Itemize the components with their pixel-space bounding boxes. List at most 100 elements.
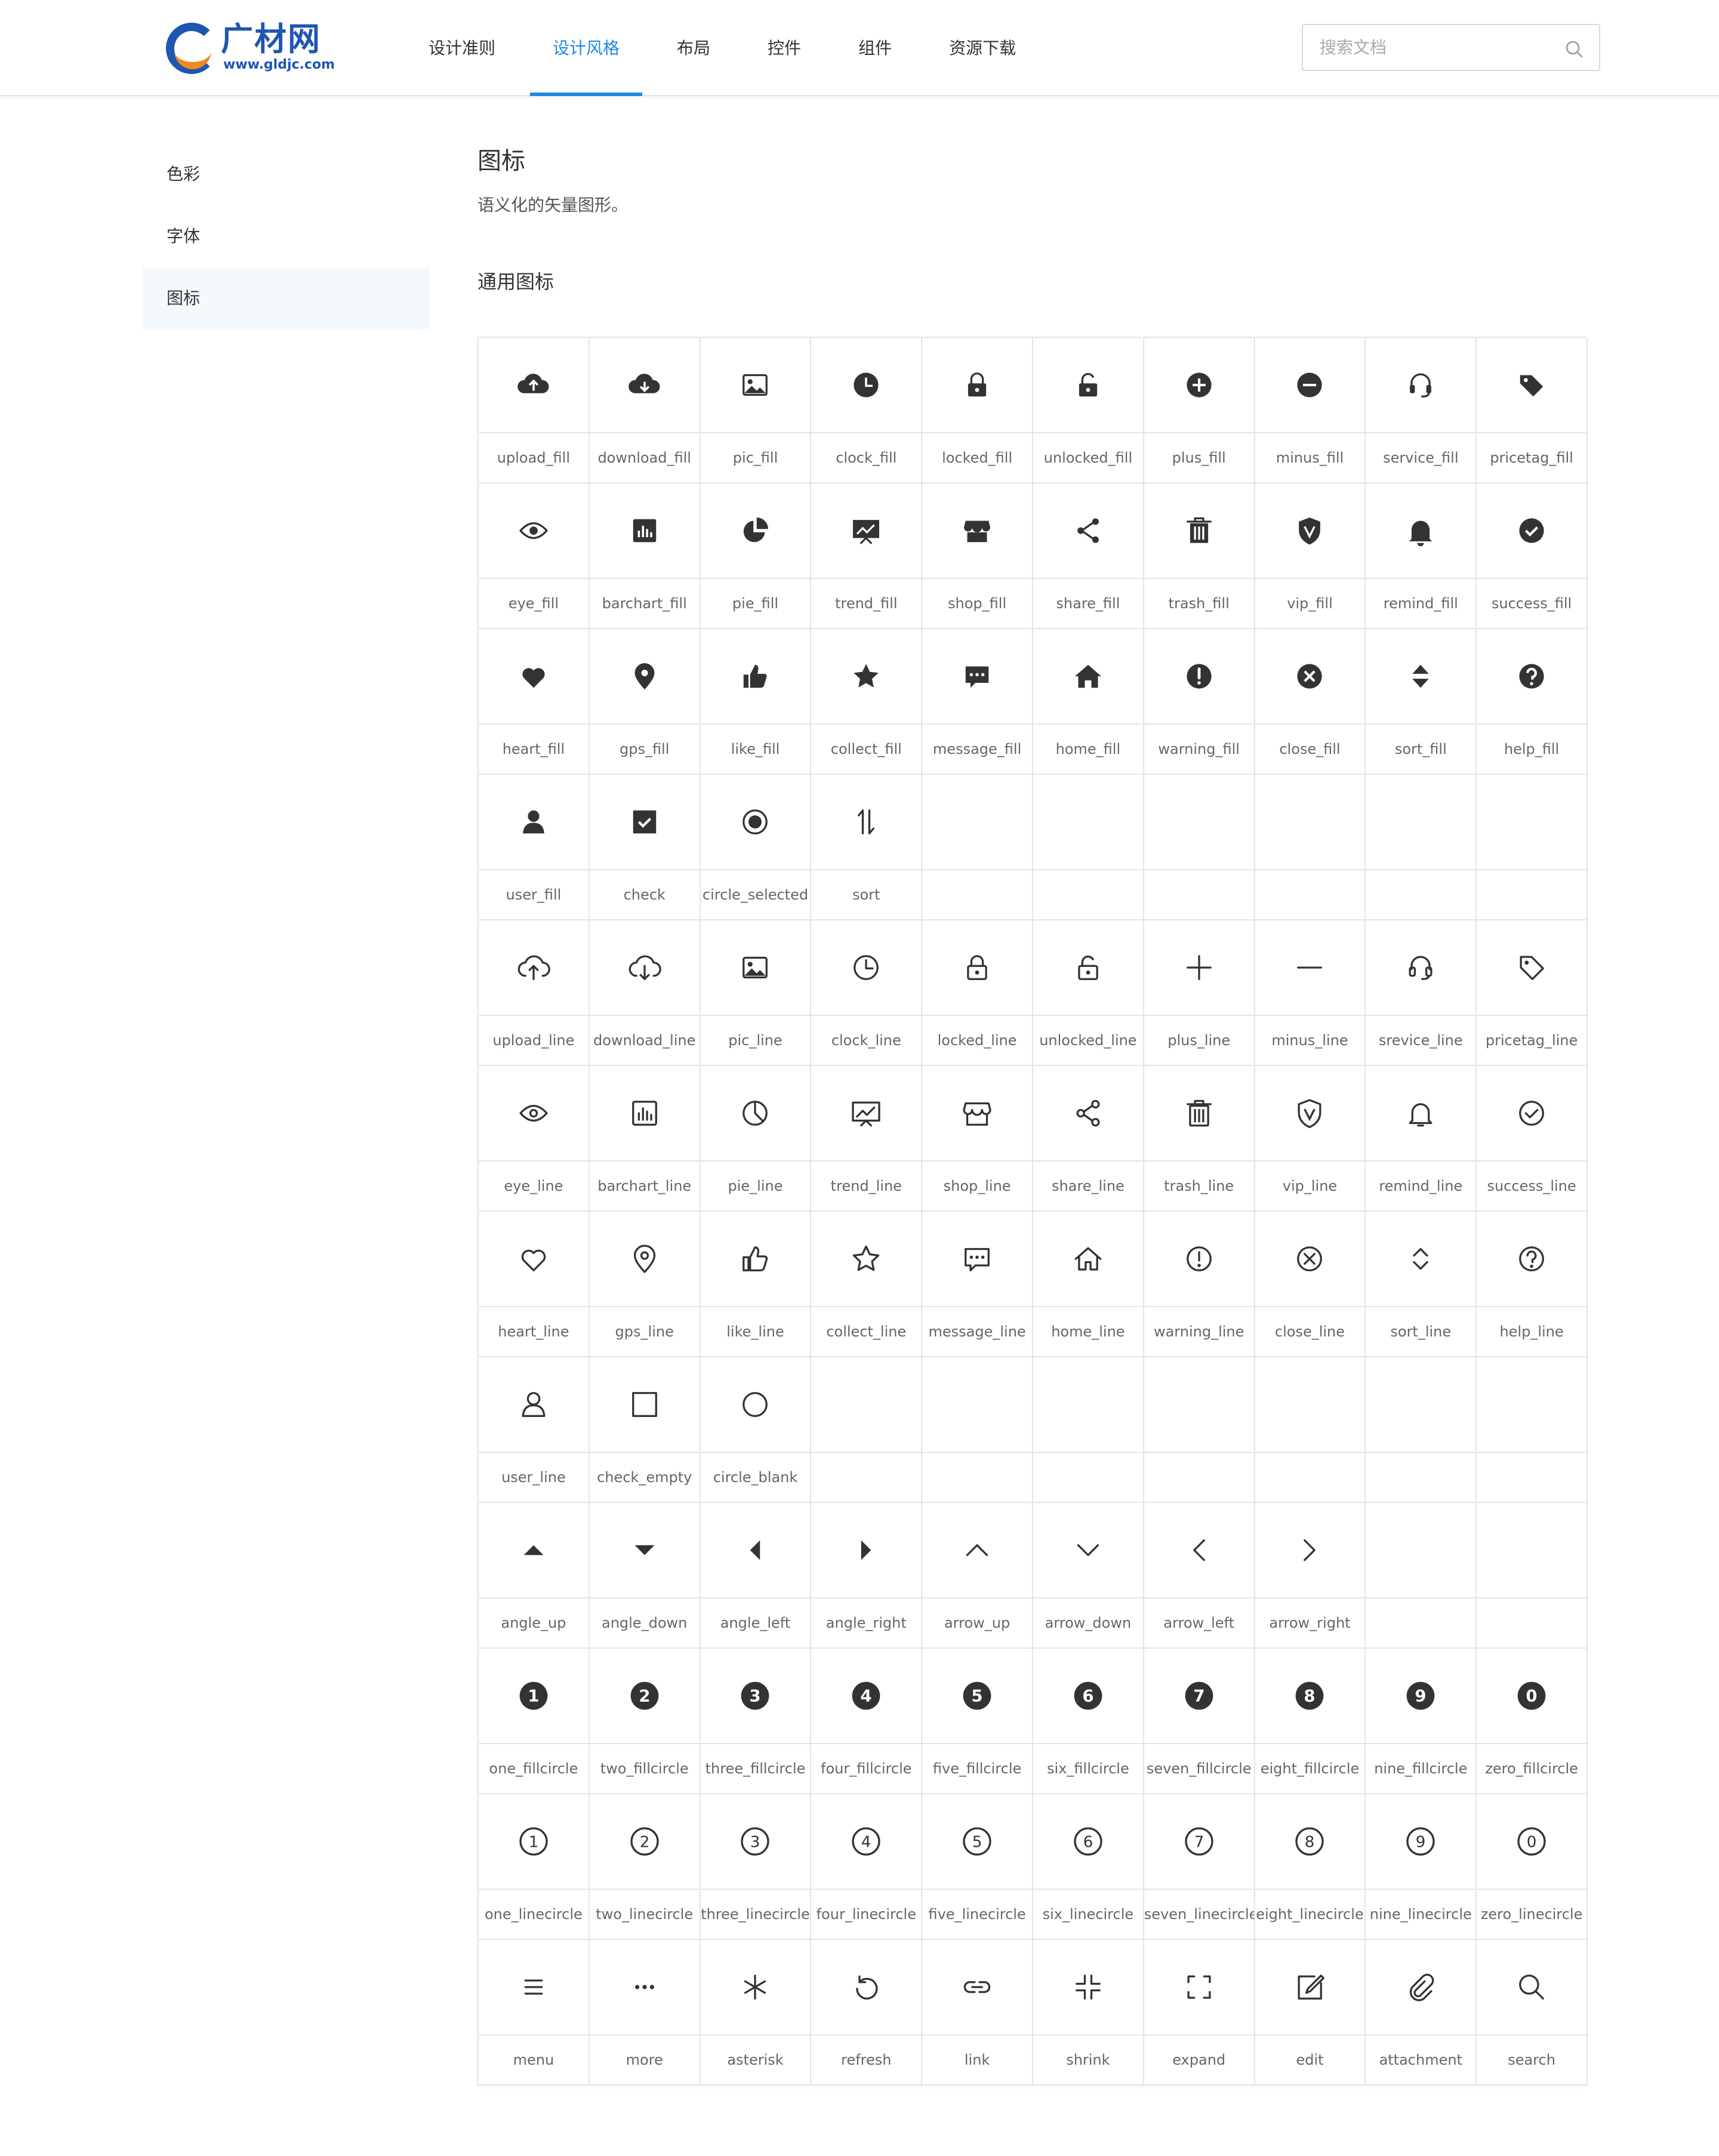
icon-cell-link[interactable]: link [922, 1940, 1033, 2086]
icon-cell-expand[interactable]: expand [1144, 1940, 1255, 2086]
icon-cell-arrow_right[interactable]: arrow_right [1255, 1503, 1366, 1649]
icon-cell-one_fillcircle[interactable]: 1 one_fillcircle [479, 1649, 590, 1794]
icon-cell-like_line[interactable]: like_line [700, 1212, 812, 1357]
icon-cell-close_line[interactable]: close_line [1255, 1212, 1366, 1357]
icon-cell-srevice_line[interactable]: srevice_line [1366, 920, 1477, 1066]
icon-cell-arrow_left[interactable]: arrow_left [1144, 1503, 1255, 1649]
icon-cell-eye_fill[interactable]: eye_fill [479, 483, 590, 629]
icon-cell-pic_line[interactable]: pic_line [700, 920, 812, 1066]
icon-cell-help_fill[interactable]: help_fill [1477, 629, 1588, 775]
icon-cell-share_fill[interactable]: share_fill [1033, 483, 1144, 629]
sidebar-item-1[interactable]: 字体 [143, 205, 430, 267]
icon-cell-pricetag_fill[interactable]: pricetag_fill [1477, 338, 1588, 483]
icon-cell-upload_fill[interactable]: upload_fill [479, 338, 590, 483]
icon-cell-nine_fillcircle[interactable]: 9 nine_fillcircle [1366, 1649, 1477, 1794]
icon-cell-eight_linecircle[interactable]: 8 eight_linecircle [1255, 1794, 1366, 1940]
icon-cell-trend_line[interactable]: trend_line [811, 1066, 923, 1212]
icon-cell-pie_line[interactable]: pie_line [700, 1066, 812, 1212]
nav-item-0[interactable]: 设计准则 [406, 0, 518, 96]
icon-cell-message_fill[interactable]: message_fill [922, 629, 1033, 775]
icon-cell-more[interactable]: more [589, 1940, 701, 2086]
icon-cell-asterisk[interactable]: asterisk [700, 1940, 812, 2086]
icon-cell-eye_line[interactable]: eye_line [479, 1066, 590, 1212]
icon-cell-five_fillcircle[interactable]: 5 five_fillcircle [922, 1649, 1033, 1794]
icon-cell-pie_fill[interactable]: pie_fill [700, 483, 812, 629]
icon-cell-edit[interactable]: edit [1255, 1940, 1366, 2086]
icon-cell-collect_line[interactable]: collect_line [811, 1212, 923, 1357]
icon-cell-remind_line[interactable]: remind_line [1366, 1066, 1477, 1212]
icon-cell-three_linecircle[interactable]: 3 three_linecircle [700, 1794, 812, 1940]
icon-cell-close_fill[interactable]: close_fill [1255, 629, 1366, 775]
icon-cell-six_fillcircle[interactable]: 6 six_fillcircle [1033, 1649, 1144, 1794]
icon-cell-five_linecircle[interactable]: 5 five_linecircle [922, 1794, 1033, 1940]
icon-cell-gps_line[interactable]: gps_line [589, 1212, 701, 1357]
icon-cell-search[interactable]: search [1477, 1940, 1588, 2086]
icon-cell-attachment[interactable]: attachment [1366, 1940, 1477, 2086]
icon-cell-minus_line[interactable]: minus_line [1255, 920, 1366, 1066]
icon-cell-menu[interactable]: menu [479, 1940, 590, 2086]
nav-item-3[interactable]: 控件 [745, 0, 824, 96]
nav-item-5[interactable]: 资源下载 [926, 0, 1039, 96]
icon-cell-sort_line[interactable]: sort_line [1366, 1212, 1477, 1357]
icon-cell-like_fill[interactable]: like_fill [700, 629, 812, 775]
icon-cell-unlocked_fill[interactable]: unlocked_fill [1033, 338, 1144, 483]
icon-cell-two_fillcircle[interactable]: 2 two_fillcircle [589, 1649, 701, 1794]
icon-cell-shop_line[interactable]: shop_line [922, 1066, 1033, 1212]
icon-cell-locked_fill[interactable]: locked_fill [922, 338, 1033, 483]
icon-cell-home_fill[interactable]: home_fill [1033, 629, 1144, 775]
icon-cell-eight_fillcircle[interactable]: 8 eight_fillcircle [1255, 1649, 1366, 1794]
icon-cell-trash_line[interactable]: trash_line [1144, 1066, 1255, 1212]
icon-cell-share_line[interactable]: share_line [1033, 1066, 1144, 1212]
icon-cell-trash_fill[interactable]: trash_fill [1144, 483, 1255, 629]
icon-cell-check_empty[interactable]: check_empty [589, 1357, 701, 1503]
icon-cell-home_line[interactable]: home_line [1033, 1212, 1144, 1357]
icon-cell-user_fill[interactable]: user_fill [479, 775, 590, 920]
icon-cell-sort[interactable]: sort [811, 775, 923, 920]
icon-cell-download_line[interactable]: download_line [589, 920, 701, 1066]
icon-cell-angle_down[interactable]: angle_down [589, 1503, 701, 1649]
sidebar-item-0[interactable]: 色彩 [143, 143, 430, 205]
icon-cell-zero_linecircle[interactable]: 0 zero_linecircle [1477, 1794, 1588, 1940]
icon-cell-seven_fillcircle[interactable]: 7 seven_fillcircle [1144, 1649, 1255, 1794]
icon-cell-sort_fill[interactable]: sort_fill [1366, 629, 1477, 775]
icon-cell-collect_fill[interactable]: collect_fill [811, 629, 923, 775]
icon-cell-user_line[interactable]: user_line [479, 1357, 590, 1503]
icon-cell-vip_line[interactable]: vip_line [1255, 1066, 1366, 1212]
icon-cell-clock_line[interactable]: clock_line [811, 920, 923, 1066]
icon-cell-warning_fill[interactable]: warning_fill [1144, 629, 1255, 775]
search-icon[interactable] [1564, 39, 1584, 58]
site-logo[interactable]: 广材网 www.gldjc.com [166, 21, 335, 74]
icon-cell-upload_line[interactable]: upload_line [479, 920, 590, 1066]
icon-cell-one_linecircle[interactable]: 1 one_linecircle [479, 1794, 590, 1940]
icon-cell-barchart_fill[interactable]: barchart_fill [589, 483, 701, 629]
icon-cell-heart_fill[interactable]: heart_fill [479, 629, 590, 775]
icon-cell-circle_blank[interactable]: circle_blank [700, 1357, 812, 1503]
icon-cell-check[interactable]: check [589, 775, 701, 920]
icon-cell-arrow_up[interactable]: arrow_up [922, 1503, 1033, 1649]
icon-cell-pic_fill[interactable]: pic_fill [700, 338, 812, 483]
icon-cell-remind_fill[interactable]: remind_fill [1366, 483, 1477, 629]
nav-item-4[interactable]: 组件 [836, 0, 914, 96]
nav-item-2[interactable]: 布局 [654, 0, 733, 96]
icon-cell-four_linecircle[interactable]: 4 four_linecircle [811, 1794, 923, 1940]
icon-cell-three_fillcircle[interactable]: 3 three_fillcircle [700, 1649, 812, 1794]
icon-cell-zero_fillcircle[interactable]: 0 zero_fillcircle [1477, 1649, 1588, 1794]
icon-cell-shrink[interactable]: shrink [1033, 1940, 1144, 2086]
search-input[interactable] [1320, 25, 1558, 70]
icon-cell-shop_fill[interactable]: shop_fill [922, 483, 1033, 629]
icon-cell-warning_line[interactable]: warning_line [1144, 1212, 1255, 1357]
icon-cell-seven_linecircle[interactable]: 7 seven_linecircle [1144, 1794, 1255, 1940]
icon-cell-six_linecircle[interactable]: 6 six_linecircle [1033, 1794, 1144, 1940]
icon-cell-clock_fill[interactable]: clock_fill [811, 338, 923, 483]
nav-item-1[interactable]: 设计风格 [530, 0, 643, 96]
icon-cell-pricetag_line[interactable]: pricetag_line [1477, 920, 1588, 1066]
icon-cell-barchart_line[interactable]: barchart_line [589, 1066, 701, 1212]
icon-cell-service_fill[interactable]: service_fill [1366, 338, 1477, 483]
icon-cell-gps_fill[interactable]: gps_fill [589, 629, 701, 775]
sidebar-item-2[interactable]: 图标 [143, 267, 430, 329]
icon-cell-minus_fill[interactable]: minus_fill [1255, 338, 1366, 483]
icon-cell-help_line[interactable]: help_line [1477, 1212, 1588, 1357]
icon-cell-plus_fill[interactable]: plus_fill [1144, 338, 1255, 483]
icon-cell-four_fillcircle[interactable]: 4 four_fillcircle [811, 1649, 923, 1794]
icon-cell-locked_line[interactable]: locked_line [922, 920, 1033, 1066]
